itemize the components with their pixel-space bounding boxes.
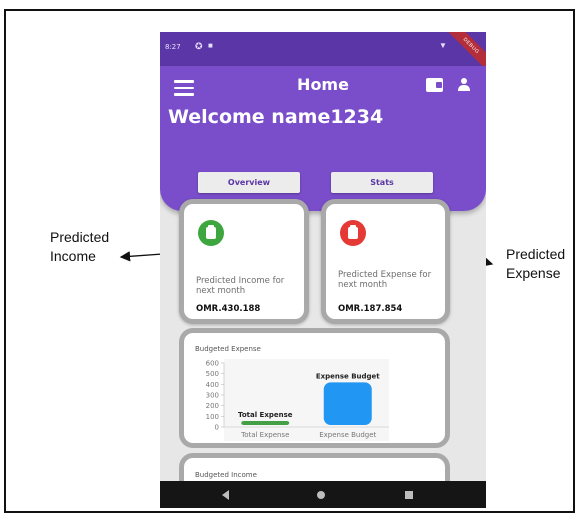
budgeted-income-title: Budgeted Income	[195, 471, 257, 479]
bar-expense-budget	[323, 382, 372, 425]
predicted-income-card[interactable]: Predicted Income for next month OMR.430.…	[179, 199, 309, 324]
y-tick-label: 100	[206, 413, 219, 421]
predicted-expense-card[interactable]: Predicted Expense for next month OMR.187…	[321, 199, 450, 324]
bar-total-expense	[241, 421, 290, 425]
budgeted-expense-card[interactable]: Budgeted Expense 0 100 200 300 400 500 600 Tota…	[179, 328, 450, 448]
expense-icon	[340, 220, 366, 246]
data-label: Expense Budget	[316, 372, 380, 380]
overview-button[interactable]: Overview	[198, 172, 300, 193]
annotation-predicted-income: Predicted Income	[50, 228, 109, 266]
back-icon[interactable]	[222, 490, 229, 500]
annotation-predicted-expense: Predicted Expense	[506, 245, 565, 283]
y-tick-label: 600	[206, 360, 219, 368]
wallet-icon[interactable]	[426, 78, 443, 92]
annotation-line: Income	[50, 248, 96, 264]
annotation-line: Predicted	[50, 229, 110, 245]
expense-label: Predicted Expense for next month	[338, 270, 432, 290]
x-tick-label: Total Expense	[240, 431, 289, 439]
phone-screen: 8:27 ✪ ■ ▼ DEBUG Home Welcome name1234 O…	[160, 32, 486, 508]
x-tick-label: Expense Budget	[319, 431, 376, 439]
data-label: Total Expense	[238, 411, 293, 419]
y-tick-label: 0	[215, 424, 219, 432]
android-nav-bar	[160, 481, 486, 508]
y-tick-label: 500	[206, 370, 219, 378]
notification-icon: ■	[208, 41, 213, 50]
app-bar: Home Welcome name1234 Overview Stats	[160, 66, 486, 211]
y-tick-label: 200	[206, 402, 219, 410]
annotation-line: Expense	[506, 265, 561, 281]
gear-icon: ✪	[195, 41, 203, 51]
status-time: 8:27	[165, 43, 181, 51]
wifi-icon: ▼	[439, 41, 447, 50]
income-label: Predicted Income for next month	[196, 276, 285, 296]
annotation-line: Predicted	[506, 246, 566, 262]
recent-apps-icon[interactable]	[405, 491, 413, 499]
budgeted-expense-chart: 0 100 200 300 400 500 600 Total Expense Total Ex…	[206, 359, 389, 441]
status-bar: 8:27 ✪ ■ ▼ DEBUG	[160, 32, 486, 75]
expense-value: OMR.187.854	[338, 304, 403, 314]
chart-title: Budgeted Expense	[195, 345, 261, 353]
income-icon	[198, 220, 224, 246]
y-tick-label: 400	[206, 381, 219, 389]
person-icon[interactable]	[457, 78, 471, 92]
home-icon[interactable]	[317, 491, 325, 499]
y-tick-label: 300	[206, 392, 219, 400]
welcome-text: Welcome name1234	[168, 106, 384, 128]
income-value: OMR.430.188	[196, 304, 261, 314]
stats-button[interactable]: Stats	[331, 172, 433, 193]
